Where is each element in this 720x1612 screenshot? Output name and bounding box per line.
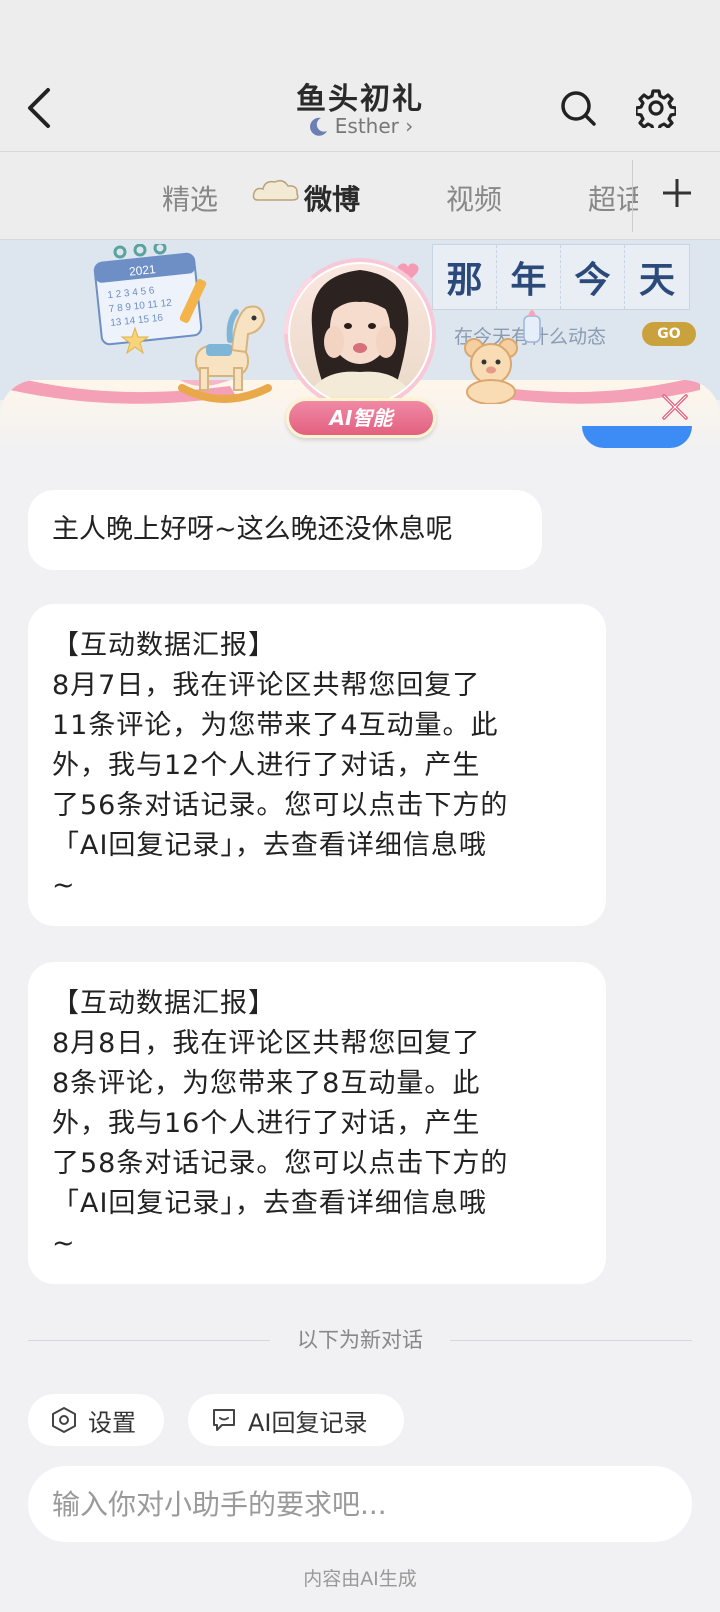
- moon-icon: [307, 116, 329, 143]
- report-line: 【互动数据汇报】: [52, 988, 276, 1019]
- report-line: ~: [52, 1228, 76, 1259]
- report-line: 外，我与16个人进行了对话，产生: [52, 1108, 481, 1139]
- ai-reply-history-chip-button[interactable]: AI回复记录: [188, 1394, 404, 1446]
- report-line: 了56条对话记录。您可以点击下方的: [52, 790, 509, 821]
- profile-subtitle: Esther: [334, 114, 399, 138]
- chat-bubble-icon: [213, 1409, 235, 1431]
- report-line: 8月8日，我在评论区共帮您回复了: [52, 1028, 481, 1059]
- rocking-horse-illustration: [178, 305, 272, 403]
- search-icon: [561, 91, 596, 126]
- nanian-char: 年: [497, 245, 561, 309]
- chevron-right-icon: ›: [405, 114, 414, 138]
- cloud-icon: [252, 179, 299, 201]
- ai-reply-history-chip-label: AI回复记录: [248, 1408, 368, 1437]
- tab-weibo[interactable]: 微博: [304, 178, 360, 218]
- baby-bottle-illustration: [523, 310, 541, 343]
- nanian-char: 今: [561, 245, 625, 309]
- assistant-request-input[interactable]: [28, 1466, 692, 1542]
- ai-generated-footnote: 内容由AI生成: [303, 1568, 417, 1590]
- report-line: 8条评论，为您带来了8互动量。此: [52, 1068, 481, 1099]
- add-tab-button[interactable]: [660, 176, 694, 210]
- profile-header: 鱼头初礼 Esther ›: [0, 0, 720, 152]
- report-line: ~: [52, 870, 76, 901]
- tab-divider: [632, 160, 633, 232]
- plus-icon: [663, 179, 691, 207]
- settings-button[interactable]: [634, 88, 678, 133]
- report-line: 8月7日，我在评论区共帮您回复了: [52, 670, 481, 701]
- new-conversation-divider: 以下为新对话: [28, 1326, 692, 1356]
- close-icon: [662, 394, 688, 420]
- report-line: 了58条对话记录。您可以点击下方的: [52, 1148, 509, 1179]
- greeting-message: 主人晚上好呀~这么晚还没休息呢: [28, 490, 542, 570]
- profile-subtitle-link[interactable]: Esther ›: [0, 114, 720, 143]
- teddy-bear-illustration: [464, 338, 518, 404]
- blue-pill-decoration: [582, 426, 692, 448]
- settings-chip-button[interactable]: 设置: [28, 1394, 164, 1446]
- report-line: 「AI回复记录」，去查看详细信息哦: [52, 830, 487, 861]
- gear-icon: [634, 89, 678, 133]
- report-line: 「AI回复记录」，去查看详细信息哦: [52, 1188, 487, 1219]
- nanian-char: 天: [625, 245, 689, 309]
- avatar-portrait: [284, 258, 436, 410]
- tab-shipin[interactable]: 视频: [446, 178, 502, 218]
- interaction-report-message: 【互动数据汇报】 8月8日，我在评论区共帮您回复了 8条评论，为您带来了8互动量…: [28, 962, 606, 1284]
- settings-chip-label: 设置: [88, 1408, 136, 1437]
- report-line: 外，我与12个人进行了对话，产生: [52, 750, 481, 781]
- close-button[interactable]: [660, 392, 690, 422]
- tab-bar: 精选 微博 视频 超话: [0, 152, 720, 240]
- report-line: 11条评论，为您带来了4互动量。此: [52, 710, 499, 741]
- nanian-jintian-title: 那 年 今 天: [432, 244, 690, 310]
- go-button[interactable]: GO: [642, 322, 696, 346]
- profile-name: 鱼头初礼: [296, 82, 424, 117]
- tab-jingxuan[interactable]: 精选: [162, 178, 218, 218]
- avatar: [272, 256, 448, 412]
- report-line: 【互动数据汇报】: [52, 630, 276, 661]
- divider-line: [450, 1340, 692, 1341]
- search-button[interactable]: [558, 88, 598, 128]
- tab-chaohua[interactable]: 超话: [588, 178, 638, 218]
- hexagon-settings-icon: [52, 1407, 76, 1433]
- ai-smart-badge: AI智能: [286, 398, 436, 438]
- calendar-year: 2021: [128, 262, 156, 279]
- interaction-report-message: 【互动数据汇报】 8月7日，我在评论区共帮您回复了 11条评论，为您带来了4互动…: [28, 604, 606, 926]
- star-icon: [120, 326, 150, 355]
